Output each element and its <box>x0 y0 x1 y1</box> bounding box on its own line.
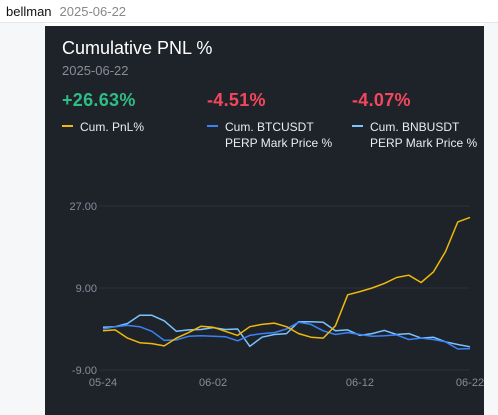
y-tick-label-1: 9.00 <box>76 283 97 295</box>
series-line-0 <box>102 216 471 347</box>
username[interactable]: bellman <box>6 4 52 19</box>
x-tick-label-0: 05-24 <box>89 377 117 389</box>
pnl-line-chart: 27.00 9.00 -9.0005-24 06-02 06-12 06-22 <box>69 201 484 389</box>
top-bar: bellman 2025-06-22 <box>0 0 498 22</box>
x-tick-label-3: 06-22 <box>456 377 484 389</box>
y-tick-label-2: -9.00 <box>72 365 97 377</box>
right-margin <box>484 23 498 415</box>
post-date: 2025-06-22 <box>59 3 127 19</box>
series-line-2 <box>102 314 471 348</box>
y-tick-label-0: 27.00 <box>69 201 97 213</box>
header-divider <box>0 22 498 23</box>
x-tick-label-1: 06-02 <box>199 377 227 389</box>
pnl-chart-card: Cumulative PNL % 2025-06-22 +26.63% Cum.… <box>45 26 484 415</box>
x-tick-label-2: 06-12 <box>346 377 374 389</box>
left-margin <box>0 23 45 415</box>
